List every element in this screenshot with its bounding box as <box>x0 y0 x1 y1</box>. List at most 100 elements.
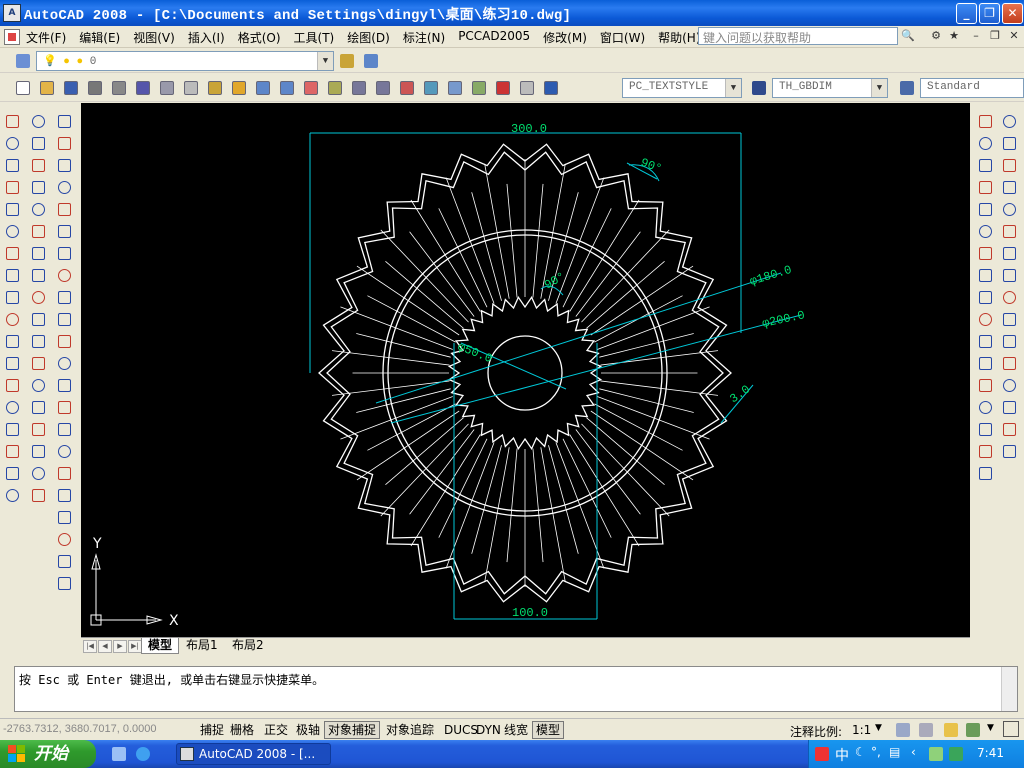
right-tool-1-6-icon[interactable] <box>999 243 1019 263</box>
menu-item-0[interactable]: 文件(F) <box>26 29 66 46</box>
right-tool-1-0-icon[interactable] <box>999 111 1019 131</box>
plot-icon[interactable] <box>84 77 106 99</box>
redo-icon[interactable] <box>276 77 298 99</box>
right-tool-1-10-icon[interactable] <box>999 331 1019 351</box>
left-tool-0-17-icon[interactable] <box>2 485 22 505</box>
left-tool-2-0-icon[interactable] <box>54 111 74 131</box>
right-tool-0-10-icon[interactable] <box>975 331 995 351</box>
left-tool-2-9-icon[interactable] <box>54 309 74 329</box>
right-tool-1-3-icon[interactable] <box>999 177 1019 197</box>
dim-style-dropdown[interactable]: TH_GBDIM ▼ <box>772 78 888 98</box>
restore-button[interactable]: ❐ <box>979 3 1000 24</box>
help-search-input[interactable]: 键入问题以获取帮助 <box>698 27 898 45</box>
left-tool-2-2-icon[interactable] <box>54 155 74 175</box>
status-menu-chevron-icon[interactable]: ▼ <box>987 723 994 733</box>
right-tool-0-13-icon[interactable] <box>975 397 995 417</box>
menu-item-4[interactable]: 格式(O) <box>238 29 281 46</box>
left-tool-0-16-icon[interactable] <box>2 463 22 483</box>
open-icon[interactable] <box>36 77 58 99</box>
status-toggle-2[interactable]: 正交 <box>260 721 292 739</box>
left-tool-0-13-icon[interactable] <box>2 397 22 417</box>
left-tool-0-11-icon[interactable] <box>2 353 22 373</box>
left-tool-1-9-icon[interactable] <box>28 309 48 329</box>
left-tool-2-8-icon[interactable] <box>54 287 74 307</box>
right-tool-1-1-icon[interactable] <box>999 133 1019 153</box>
left-tool-2-15-icon[interactable] <box>54 441 74 461</box>
left-tool-1-8-icon[interactable] <box>28 287 48 307</box>
coordinate-readout[interactable]: -2763.7312, 3680.7017, 0.0000 <box>3 723 157 735</box>
tab-layout1[interactable]: 布局1 <box>180 638 224 654</box>
left-tool-2-17-icon[interactable] <box>54 485 74 505</box>
left-tool-0-5-icon[interactable] <box>2 221 22 241</box>
left-tool-1-12-icon[interactable] <box>28 375 48 395</box>
right-tool-0-8-icon[interactable] <box>975 287 995 307</box>
layer-manager-icon[interactable] <box>12 50 34 72</box>
left-tool-0-1-icon[interactable] <box>2 133 22 153</box>
copy-icon[interactable] <box>180 77 202 99</box>
left-tool-1-2-icon[interactable] <box>28 155 48 175</box>
tool-palettes-icon[interactable] <box>444 77 466 99</box>
status-toggle-1[interactable]: 栅格 <box>226 721 258 739</box>
right-tool-0-11-icon[interactable] <box>975 353 995 373</box>
table-style-icon[interactable] <box>896 77 918 99</box>
menu-item-11[interactable]: 帮助(H) <box>658 29 700 46</box>
left-tool-2-16-icon[interactable] <box>54 463 74 483</box>
layer-dropdown[interactable]: 💡 ● ● 0 ▼ <box>36 51 334 71</box>
left-tool-1-11-icon[interactable] <box>28 353 48 373</box>
status-toggle-0[interactable]: 捕捉 <box>196 721 228 739</box>
status-toggle-5[interactable]: 对象追踪 <box>382 721 438 739</box>
status-toggle-4[interactable]: 对象捕捉 <box>324 721 381 739</box>
right-tool-0-1-icon[interactable] <box>975 133 995 153</box>
left-tool-0-3-icon[interactable] <box>2 177 22 197</box>
left-tool-1-1-icon[interactable] <box>28 133 48 153</box>
text-style-dropdown[interactable]: PC_TEXTSTYLE ▼ <box>622 78 742 98</box>
pan-icon[interactable] <box>300 77 322 99</box>
left-tool-1-3-icon[interactable] <box>28 177 48 197</box>
left-tool-1-15-icon[interactable] <box>28 441 48 461</box>
left-tool-2-6-icon[interactable] <box>54 243 74 263</box>
right-tool-0-14-icon[interactable] <box>975 419 995 439</box>
input-method-icon[interactable] <box>811 743 833 765</box>
taskbar-autocad-button[interactable]: AutoCAD 2008 - [... <box>176 743 331 765</box>
right-tool-1-15-icon[interactable] <box>999 441 1019 461</box>
dimension-style-icon[interactable] <box>748 77 770 99</box>
left-tool-0-9-icon[interactable] <box>2 309 22 329</box>
left-tool-0-14-icon[interactable] <box>2 419 22 439</box>
make-layer-current-icon[interactable] <box>336 50 358 72</box>
left-tool-1-5-icon[interactable] <box>28 221 48 241</box>
markup-icon[interactable] <box>492 77 514 99</box>
help-icon[interactable] <box>540 77 562 99</box>
left-tool-1-10-icon[interactable] <box>28 331 48 351</box>
right-tool-0-15-icon[interactable] <box>975 441 995 461</box>
status-toggle-8[interactable]: 线宽 <box>500 721 532 739</box>
left-tool-0-2-icon[interactable] <box>2 155 22 175</box>
favorites-icon[interactable]: ★ <box>946 28 962 44</box>
status-toggle-9[interactable]: 模型 <box>532 721 565 739</box>
left-tool-2-13-icon[interactable] <box>54 397 74 417</box>
left-tool-2-10-icon[interactable] <box>54 331 74 351</box>
tab-model[interactable]: 模型 <box>141 638 180 654</box>
left-tool-2-20-icon[interactable] <box>54 551 74 571</box>
left-tool-0-8-icon[interactable] <box>2 287 22 307</box>
right-tool-0-9-icon[interactable] <box>975 309 995 329</box>
first-tab-arrow-icon[interactable]: |◀ <box>83 640 97 653</box>
zoom-window-icon[interactable] <box>348 77 370 99</box>
internet-explorer-icon[interactable] <box>132 743 154 765</box>
undo-icon[interactable] <box>252 77 274 99</box>
clean-screen-icon[interactable] <box>1003 721 1019 737</box>
prev-tab-arrow-icon[interactable]: ◀ <box>98 640 112 653</box>
left-tool-2-1-icon[interactable] <box>54 133 74 153</box>
close-button[interactable]: ✕ <box>1002 3 1023 24</box>
publish-icon[interactable] <box>132 77 154 99</box>
left-tool-0-10-icon[interactable] <box>2 331 22 351</box>
moon-icon[interactable]: ☾ <box>855 745 866 759</box>
punctuation-icon[interactable]: °, <box>871 745 881 759</box>
doc-restore-button[interactable]: ❐ <box>987 28 1003 44</box>
next-tab-arrow-icon[interactable]: ▶ <box>113 640 127 653</box>
left-tool-2-4-icon[interactable] <box>54 199 74 219</box>
left-tool-1-14-icon[interactable] <box>28 419 48 439</box>
drawing-canvas[interactable]: 300.0 100.0 90° 90° φ180.0 φ200.0 φ50.0 … <box>81 103 970 637</box>
lock-icon[interactable] <box>940 719 962 741</box>
new-icon[interactable] <box>12 77 34 99</box>
left-tool-2-11-icon[interactable] <box>54 353 74 373</box>
